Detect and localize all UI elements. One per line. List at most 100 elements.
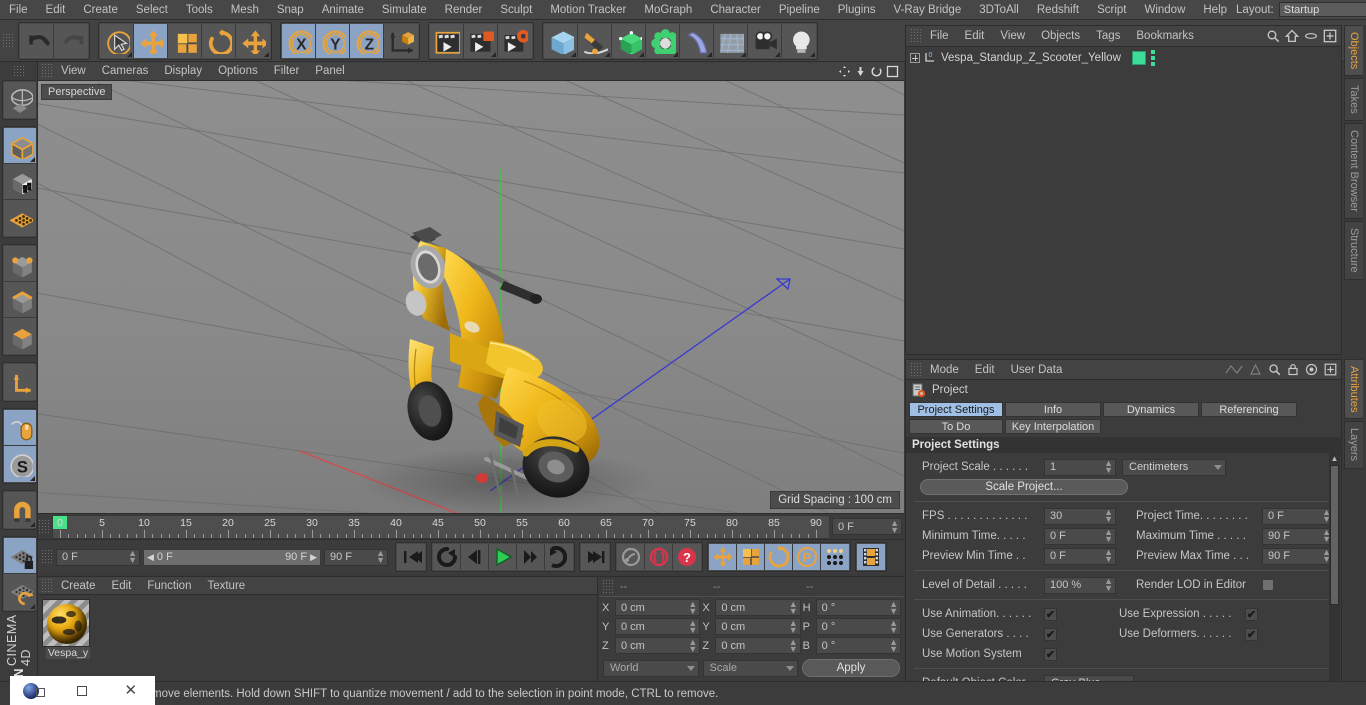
planar-workplane-button[interactable]: [3, 574, 36, 610]
spinner-icon[interactable]: ▲ ▼: [688, 618, 697, 634]
viewport-menu-panel[interactable]: Panel: [307, 64, 352, 78]
menu-pipeline[interactable]: Pipeline: [770, 3, 829, 17]
autokeying-button[interactable]: [645, 544, 673, 570]
render-settings-button[interactable]: [498, 23, 532, 58]
expand-object-icon[interactable]: [910, 53, 920, 63]
spinner-icon[interactable]: ▲ ▼: [889, 599, 898, 615]
menu-script[interactable]: Script: [1088, 3, 1135, 17]
spinner-icon[interactable]: ▲ ▼: [1104, 548, 1113, 564]
object-menu-edit[interactable]: Edit: [957, 29, 993, 43]
target-icon[interactable]: [1305, 363, 1318, 376]
menu-mesh[interactable]: Mesh: [222, 3, 268, 17]
menu-character[interactable]: Character: [701, 3, 770, 17]
scrollbar-thumb[interactable]: [1330, 465, 1339, 605]
project-time-field[interactable]: 0 F ▲ ▼: [1262, 507, 1334, 525]
position-x-field[interactable]: 0 cm ▲ ▼: [615, 599, 701, 616]
left-toolbar-grip[interactable]: [12, 65, 25, 77]
material-menu-function[interactable]: Function: [139, 579, 199, 593]
rotate-view-icon[interactable]: [870, 65, 883, 78]
right-tab-attributes[interactable]: Attributes: [1344, 359, 1363, 420]
position-y-field[interactable]: 0 cm ▲ ▼: [615, 618, 701, 635]
project-units-dropdown[interactable]: Centimeters: [1122, 458, 1226, 476]
viewport-menu-cameras[interactable]: Cameras: [94, 64, 157, 78]
preview-min-time-field[interactable]: 0 F ▲ ▼: [1044, 547, 1116, 565]
keyframe-selection-button[interactable]: ?: [673, 544, 701, 570]
preview-range-slider[interactable]: ◀ 0 F 90 F ▶: [143, 548, 321, 566]
timeline-button[interactable]: [857, 544, 885, 570]
z-axis-lock-button[interactable]: Z: [350, 23, 384, 58]
viewport-grip[interactable]: [41, 63, 53, 79]
maximize-icon[interactable]: [58, 685, 106, 696]
menu-3dtoall[interactable]: 3DToAll: [970, 3, 1028, 17]
interpolation-icon[interactable]: [1225, 363, 1243, 376]
points-mode-button[interactable]: [3, 246, 36, 282]
maximum-time-field[interactable]: 90 F ▲ ▼: [1262, 527, 1334, 545]
object-menu-view[interactable]: View: [992, 29, 1033, 43]
right-tab-takes[interactable]: Takes: [1344, 78, 1363, 122]
attribute-menu-mode[interactable]: Mode: [922, 363, 967, 377]
object-menu-file[interactable]: File: [922, 29, 957, 43]
spinner-icon[interactable]: ▲ ▼: [1104, 577, 1113, 593]
menu-window[interactable]: Window: [1135, 3, 1194, 17]
object-manager-grip[interactable]: [910, 28, 922, 44]
use-motion-system-checkbox[interactable]: ✔: [1044, 647, 1057, 661]
attribute-grip[interactable]: [910, 361, 922, 378]
menu-snap[interactable]: Snap: [268, 3, 313, 17]
model-mode-button[interactable]: [3, 128, 36, 164]
spinner-icon[interactable]: ▲ ▼: [1104, 528, 1113, 544]
render-lod-checkbox[interactable]: [1262, 579, 1274, 591]
use-animation-checkbox[interactable]: ✔: [1044, 607, 1057, 621]
step-forward-button[interactable]: [517, 544, 545, 570]
spinner-icon[interactable]: ▲ ▼: [789, 637, 798, 653]
edges-mode-button[interactable]: [3, 282, 36, 318]
generator-button[interactable]: [612, 23, 646, 58]
camera-button[interactable]: [748, 23, 782, 58]
object-row[interactable]: 0 Vespa_Standup_Z_Scooter_Yellow: [906, 49, 1341, 67]
material-menu-edit[interactable]: Edit: [104, 579, 140, 593]
layout-dropdown[interactable]: Startup: [1278, 2, 1366, 17]
rotation-b-field[interactable]: 0 ° ▲ ▼: [815, 637, 901, 654]
play-backwards-button[interactable]: [461, 544, 489, 570]
rotate-button[interactable]: [202, 23, 236, 58]
lock-workplane-button[interactable]: [3, 538, 36, 574]
live-selection-button[interactable]: [100, 23, 134, 58]
right-tab-objects[interactable]: Objects: [1344, 25, 1363, 77]
new-tab-icon[interactable]: [1323, 29, 1337, 43]
level-of-detail-field[interactable]: 100 % ▲ ▼: [1044, 576, 1116, 594]
magnet-button[interactable]: [3, 492, 36, 528]
menu-tools[interactable]: Tools: [177, 3, 222, 17]
right-tab-content-browser[interactable]: Content Browser: [1344, 123, 1363, 219]
attribute-tab-referencing[interactable]: Referencing: [1201, 402, 1297, 417]
menu-redshift[interactable]: Redshift: [1028, 3, 1088, 17]
spinner-icon[interactable]: ▲ ▼: [1104, 459, 1113, 475]
minimum-time-field[interactable]: 0 F ▲ ▼: [1044, 527, 1116, 545]
right-tab-structure[interactable]: Structure: [1344, 220, 1363, 280]
attribute-scrollbar[interactable]: ▲ ▼: [1329, 453, 1340, 705]
project-scale-field[interactable]: 1 ▲ ▼: [1044, 458, 1116, 476]
attribute-tab-info[interactable]: Info: [1005, 402, 1101, 417]
undo-button[interactable]: [20, 23, 54, 58]
menu-v-ray-bridge[interactable]: V-Ray Bridge: [884, 3, 970, 17]
deformer-button[interactable]: [680, 23, 714, 58]
viewport-menu-options[interactable]: Options: [210, 64, 266, 78]
range-left-arrow-icon[interactable]: ◀: [147, 552, 154, 563]
material-grip[interactable]: [41, 577, 53, 594]
menu-mograph[interactable]: MoGraph: [635, 3, 701, 17]
rotation-key-button[interactable]: [765, 544, 793, 570]
preview-min-field[interactable]: 0 F ▲ ▼: [56, 548, 140, 566]
render-view-button[interactable]: [430, 23, 464, 58]
size-x-field[interactable]: 0 cm ▲ ▼: [715, 599, 801, 616]
position-z-field[interactable]: 0 cm ▲ ▼: [615, 637, 701, 654]
apply-button[interactable]: Apply: [802, 659, 900, 677]
material-menu-texture[interactable]: Texture: [199, 579, 253, 593]
use-expression-checkbox[interactable]: ✔: [1245, 607, 1258, 621]
menu-animate[interactable]: Animate: [313, 3, 373, 17]
spinner-icon[interactable]: ▲ ▼: [376, 549, 385, 565]
x-axis-lock-button[interactable]: X: [282, 23, 316, 58]
menu-help[interactable]: Help: [1194, 3, 1236, 17]
new-tab-icon[interactable]: [1324, 363, 1337, 376]
menu-simulate[interactable]: Simulate: [373, 3, 436, 17]
parameter-key-button[interactable]: P: [793, 544, 821, 570]
size-y-field[interactable]: 0 cm ▲ ▼: [715, 618, 801, 635]
attribute-tab-key-interpolation[interactable]: Key Interpolation: [1005, 419, 1101, 434]
